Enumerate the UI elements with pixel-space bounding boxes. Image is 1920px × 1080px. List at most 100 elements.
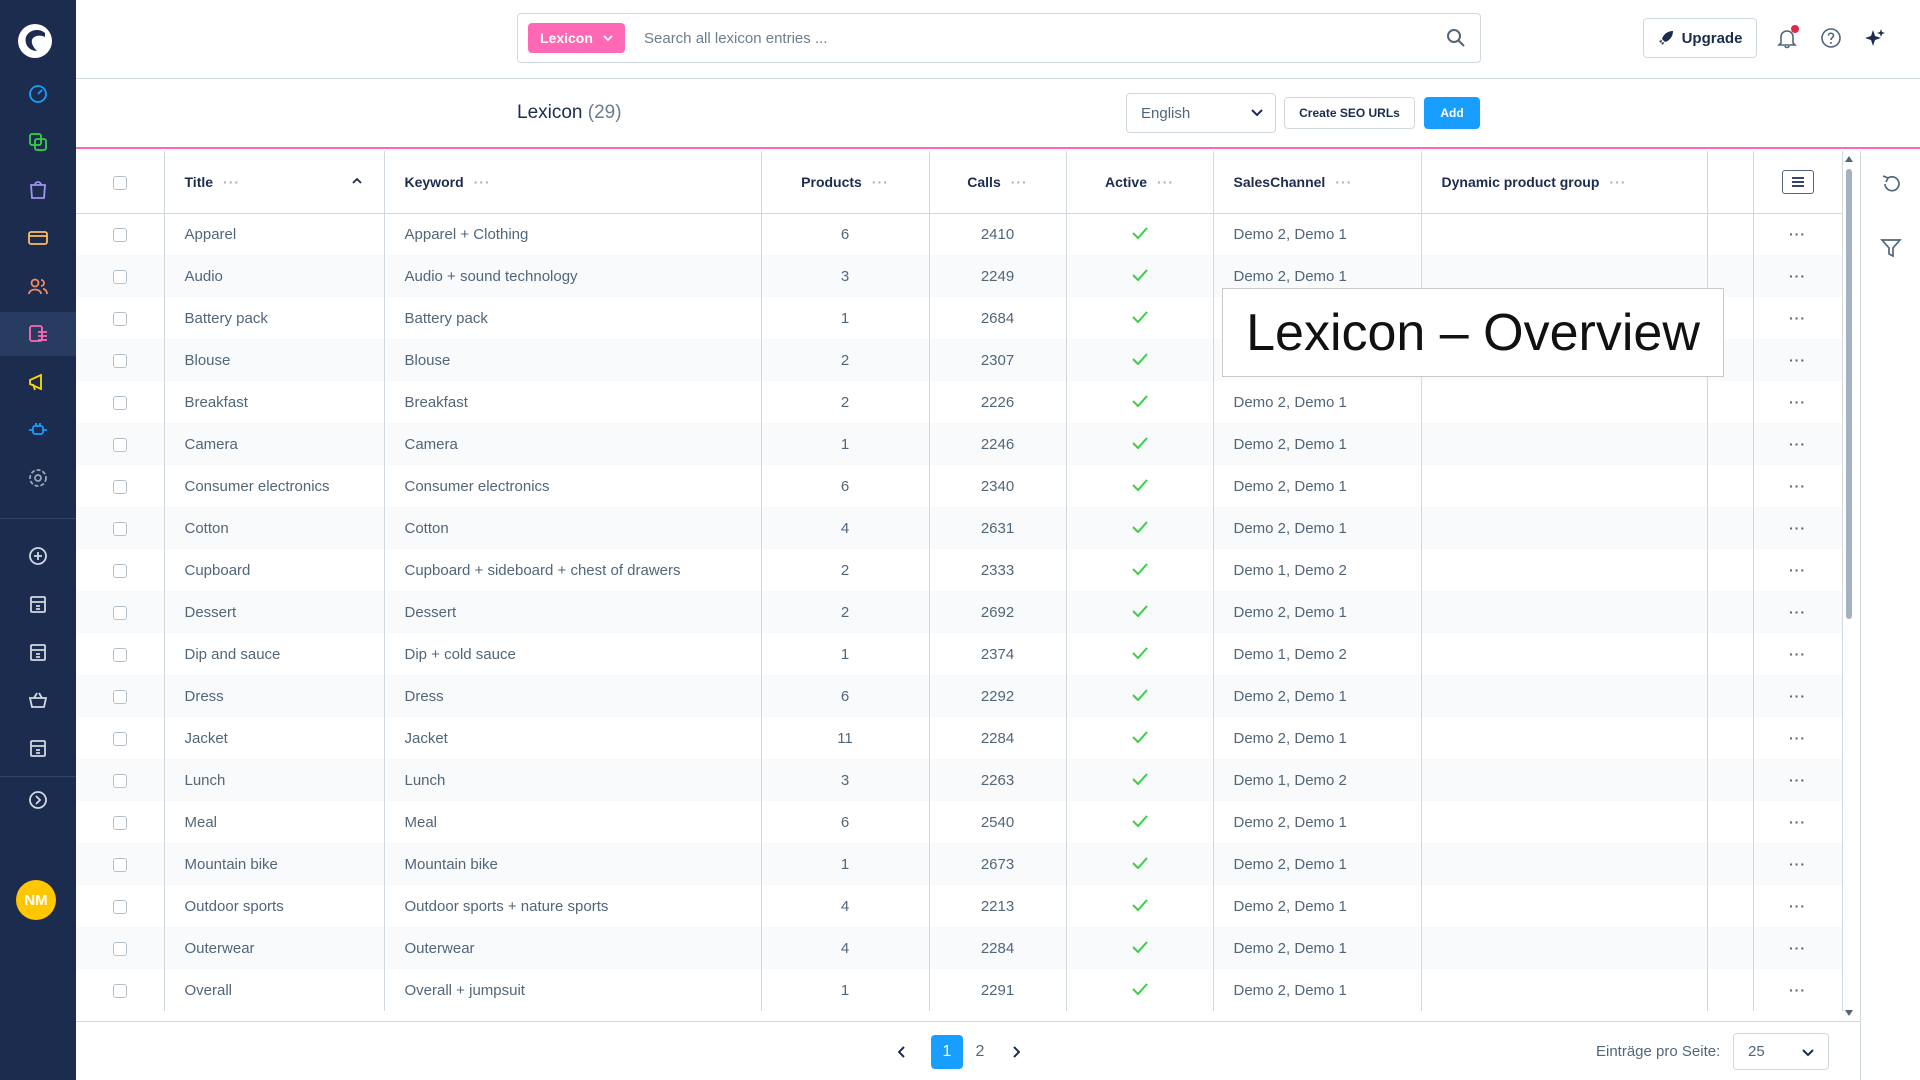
title-cell[interactable]: Cupboard [164,549,385,591]
title-cell[interactable]: Outdoor sports [164,885,385,927]
table-row[interactable]: Apparel Apparel + Clothing 6 2410 Demo 2, De… [76,213,1843,255]
table-row[interactable]: Cotton Cotton 4 2631 Demo 2, Demo 1 ··· [76,507,1843,549]
title-cell[interactable]: Jacket [164,717,385,759]
sidebar-item-dashboard[interactable] [0,72,76,116]
table-row[interactable]: Meal Meal 6 2540 Demo 2, Demo 1 ··· [76,801,1843,843]
title-cell[interactable]: Battery pack [164,297,385,339]
row-context-menu-icon[interactable]: ··· [1789,898,1806,914]
row-context-menu-icon[interactable]: ··· [1789,604,1806,620]
title-cell[interactable]: Blouse [164,339,385,381]
ai-sparkle-icon[interactable] [1862,25,1888,51]
page-button-2[interactable]: 2 [964,1035,996,1069]
column-menu-icon[interactable]: ··· [1011,174,1028,190]
grid-settings-button[interactable] [1781,169,1814,194]
sidebar-item-content[interactable] [0,312,76,356]
row-context-menu-icon[interactable]: ··· [1789,940,1806,956]
title-cell[interactable]: Cotton [164,507,385,549]
scroll-down-icon[interactable] [1844,1009,1854,1017]
row-checkbox[interactable] [112,815,127,830]
table-row[interactable]: Dip and sauce Dip + cold sauce 1 2374 Demo 1… [76,633,1843,675]
sidebar-item-collapse[interactable] [0,778,76,822]
column-menu-icon[interactable]: ··· [1157,174,1174,190]
table-row[interactable]: Jacket Jacket 11 2284 Demo 2, Demo 1 ··· [76,717,1843,759]
sidebar-item-basket[interactable] [0,678,76,722]
table-row[interactable]: Dress Dress 6 2292 Demo 2, Demo 1 ··· [76,675,1843,717]
notification-bell-icon[interactable] [1774,25,1800,51]
search-icon[interactable] [1446,28,1466,48]
select-all-checkbox[interactable] [112,175,127,190]
scroll-up-icon[interactable] [1844,155,1854,163]
avatar[interactable]: NM [16,880,56,920]
row-checkbox[interactable] [112,395,127,410]
table-row[interactable]: Outerwear Outerwear 4 2284 Demo 2, Demo 1 ··· [76,927,1843,969]
title-cell[interactable]: Mountain bike [164,843,385,885]
row-context-menu-icon[interactable]: ··· [1789,856,1806,872]
title-cell[interactable]: Dessert [164,591,385,633]
row-context-menu-icon[interactable]: ··· [1789,226,1806,242]
row-checkbox[interactable] [112,353,127,368]
row-context-menu-icon[interactable]: ··· [1789,814,1806,830]
sidebar-item-storefront[interactable] [0,630,76,674]
column-menu-icon[interactable]: ··· [223,174,240,190]
row-checkbox[interactable] [112,731,127,746]
sidebar-item-payment[interactable] [0,216,76,260]
title-cell[interactable]: Meal [164,801,385,843]
row-checkbox[interactable] [112,605,127,620]
row-context-menu-icon[interactable]: ··· [1789,562,1806,578]
add-button[interactable]: Add [1424,97,1480,129]
row-checkbox[interactable] [112,857,127,872]
row-checkbox[interactable] [112,563,127,578]
table-row[interactable]: Mountain bike Mountain bike 1 2673 Demo 2, D… [76,843,1843,885]
column-header-title[interactable]: Title ··· [164,151,385,214]
page-button-1[interactable]: 1 [931,1035,963,1069]
sidebar-item-extensions[interactable] [0,408,76,452]
title-cell[interactable]: Dress [164,675,385,717]
row-checkbox[interactable] [112,647,127,662]
row-checkbox[interactable] [112,941,127,956]
sidebar-item-storefront[interactable] [0,726,76,770]
title-cell[interactable]: Dip and sauce [164,633,385,675]
row-context-menu-icon[interactable]: ··· [1789,520,1806,536]
upgrade-button[interactable]: Upgrade [1643,18,1757,58]
column-menu-icon[interactable]: ··· [474,174,491,190]
title-cell[interactable]: Camera [164,423,385,465]
row-checkbox[interactable] [112,479,127,494]
per-page-select[interactable]: 25 [1733,1033,1829,1070]
help-icon[interactable] [1818,25,1844,51]
title-cell[interactable]: Breakfast [164,381,385,423]
row-checkbox[interactable] [112,773,127,788]
sidebar-item-settings[interactable] [0,456,76,500]
title-cell[interactable]: Overall [164,969,385,1011]
shopware-logo-icon[interactable] [16,22,54,60]
filter-icon[interactable] [1880,237,1902,259]
search-type-selector[interactable]: Lexicon [528,23,625,53]
previous-page-icon[interactable] [892,1042,912,1062]
title-cell[interactable]: Audio [164,255,385,297]
row-checkbox[interactable] [112,227,127,242]
table-row[interactable]: Camera Camera 1 2246 Demo 2, Demo 1 ··· [76,423,1843,465]
table-row[interactable]: Outdoor sports Outdoor sports + nature sp… [76,885,1843,927]
row-checkbox[interactable] [112,311,127,326]
next-page-icon[interactable] [1006,1042,1026,1062]
row-context-menu-icon[interactable]: ··· [1789,688,1806,704]
title-cell[interactable]: Apparel [164,213,385,255]
sidebar-item-catalogue[interactable] [0,120,76,164]
title-cell[interactable]: Consumer electronics [164,465,385,507]
row-context-menu-icon[interactable]: ··· [1789,982,1806,998]
sidebar-item-marketing[interactable] [0,360,76,404]
row-context-menu-icon[interactable]: ··· [1789,772,1806,788]
row-checkbox[interactable] [112,689,127,704]
row-checkbox[interactable] [112,521,127,536]
search-input[interactable] [644,22,1424,54]
table-row[interactable]: Cupboard Cupboard + sideboard + chest of … [76,549,1843,591]
column-menu-icon[interactable]: ··· [1335,174,1352,190]
row-context-menu-icon[interactable]: ··· [1789,730,1806,746]
column-header-saleschannel[interactable]: SalesChannel ··· [1213,151,1422,214]
refresh-icon[interactable] [1880,173,1902,195]
row-context-menu-icon[interactable]: ··· [1789,268,1806,284]
column-header-active[interactable]: Active ··· [1066,151,1214,214]
create-seo-urls-button[interactable]: Create SEO URLs [1284,97,1415,129]
row-checkbox[interactable] [112,437,127,452]
column-header-dynamic-product-group[interactable]: Dynamic product group ··· [1421,151,1708,214]
grid-scrollbar[interactable] [1842,153,1854,1021]
